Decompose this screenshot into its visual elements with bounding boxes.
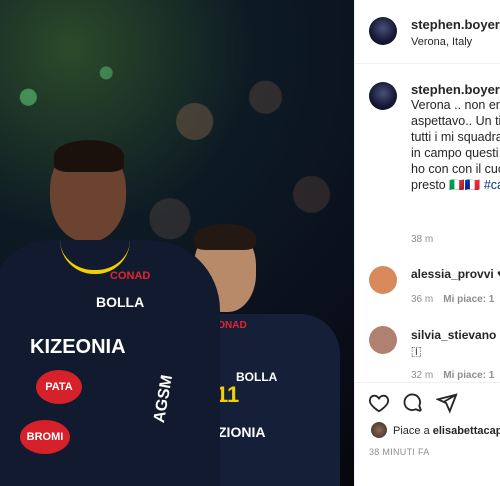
- sponsor-pata: PATA: [36, 370, 82, 404]
- comment-username[interactable]: silvia_stievano: [411, 328, 496, 342]
- post-timestamp: 38 MINUTI FA: [369, 447, 430, 457]
- comment-meta: 32 m Mi piace: 1: [411, 370, 494, 381]
- player-one: CONAD BOLLA KIZEONIA PATA BROMI AGSM: [0, 140, 220, 486]
- sponsor-agsm: AGSM: [150, 373, 177, 425]
- sponsor-kizeonia: KIZEONIA: [30, 336, 126, 358]
- heart-icon[interactable]: [368, 392, 390, 419]
- comment-time: 32 m: [411, 370, 434, 381]
- likes-prefix: Piace a: [393, 425, 433, 437]
- p2-sponsor-zionia: ZIONIA: [218, 424, 266, 440]
- caption-time: 38 m: [411, 234, 434, 245]
- likes-summary: Piace a elisabettacap: [393, 425, 500, 437]
- author-username[interactable]: stephen.boyerne: [411, 17, 500, 32]
- liker-avatar[interactable]: [371, 422, 387, 438]
- post-actions-area: Piace a elisabettacap 38 MINUTI FA: [355, 382, 500, 486]
- comment-avatar[interactable]: [369, 266, 397, 294]
- jersey-collar: [60, 240, 130, 274]
- post-header: stephen.boyerne Verona, Italy: [355, 0, 500, 64]
- comment-meta: 36 m Mi piace: 1: [411, 294, 494, 305]
- sponsor-bromi: BROMI: [20, 420, 70, 454]
- comment-item: alessia_provvi ♥: [411, 267, 500, 281]
- post-sidebar: stephen.boyerne Verona, Italy stephen.bo…: [354, 0, 500, 486]
- caption-hashtag[interactable]: #casar: [484, 178, 500, 192]
- post-photo: CONAD BOLLA ZIONIA 11 CONAD BOLLA KIZEON…: [0, 0, 354, 486]
- caption-avatar[interactable]: [369, 82, 397, 110]
- player-one-hair: [54, 140, 124, 172]
- author-avatar[interactable]: [369, 17, 397, 45]
- post-location[interactable]: Verona, Italy: [411, 36, 472, 48]
- comment-likes[interactable]: Mi piace: 1: [443, 370, 494, 381]
- comment-item: silvia_stievano In: [411, 328, 500, 342]
- p2-sponsor-bolla: BOLLA: [236, 370, 278, 384]
- share-icon[interactable]: [435, 392, 458, 419]
- player-one-jersey: CONAD BOLLA KIZEONIA PATA BROMI AGSM: [0, 240, 220, 486]
- comment-username[interactable]: alessia_provvi: [411, 267, 494, 281]
- comment-avatar[interactable]: [369, 326, 397, 354]
- caption-text: Verona .. non era mi aspettavo.. Un tifo…: [411, 97, 500, 193]
- comment-time: 36 m: [411, 294, 434, 305]
- comment-icon[interactable]: [402, 392, 424, 419]
- comment-extra: 🇮: [411, 344, 422, 358]
- sponsor-conad: CONAD: [110, 270, 151, 282]
- caption-username[interactable]: stephen.boyerne: [411, 82, 500, 97]
- comment-likes[interactable]: Mi piace: 1: [443, 294, 494, 305]
- sponsor-bolla: BOLLA: [96, 294, 145, 310]
- likes-user[interactable]: elisabettacap: [433, 425, 500, 437]
